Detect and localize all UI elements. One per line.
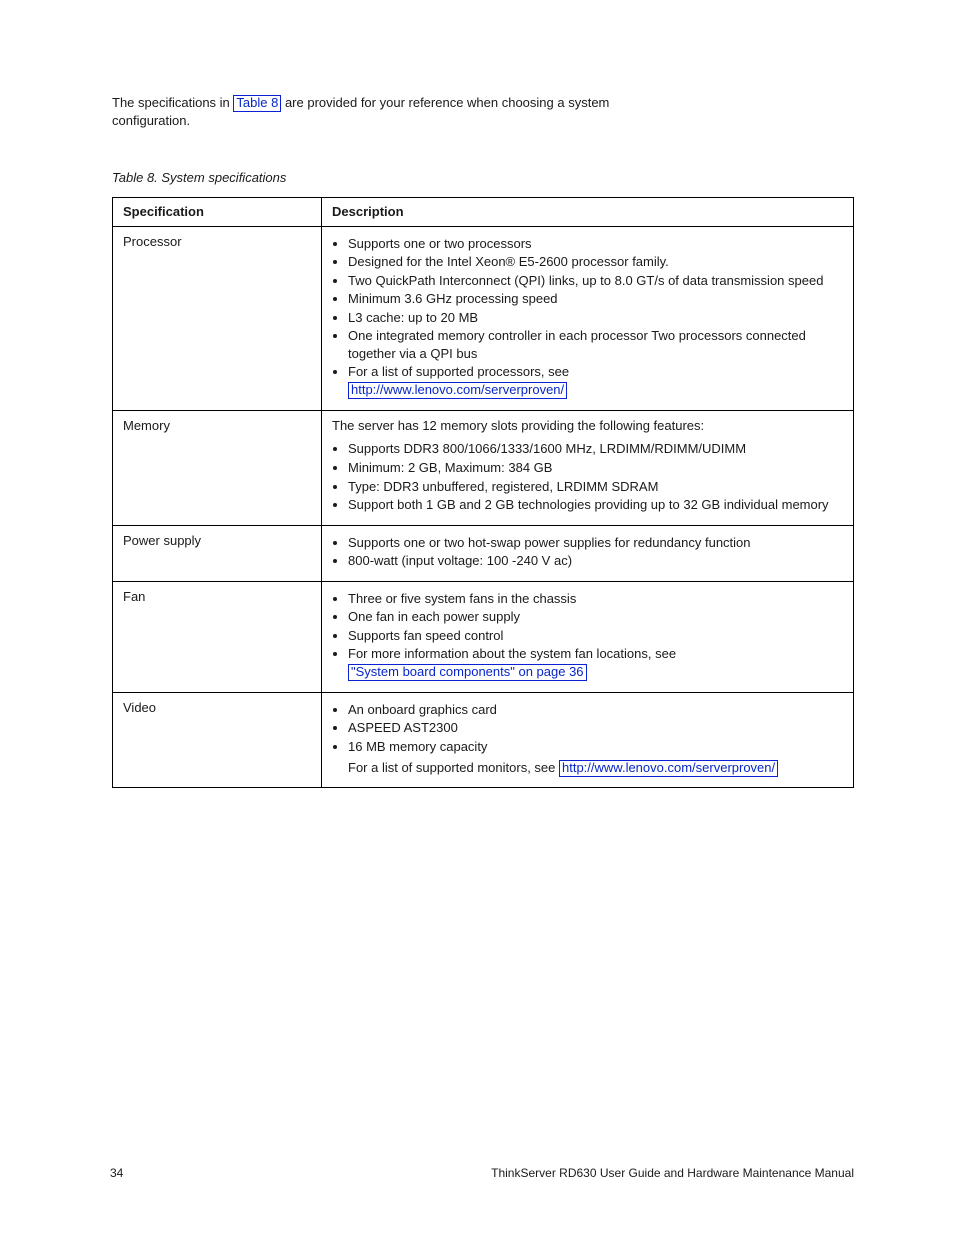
row-memory: Memory The server has 12 memory slots pr… <box>113 410 854 525</box>
list-item: Type: DDR3 unbuffered, registered, LRDIM… <box>348 478 843 496</box>
list-item: Support both 1 GB and 2 GB technologies … <box>348 496 843 514</box>
list-item-text: For a list of supported processors, see <box>348 364 569 379</box>
row-power-supply: Power supply Supports one or two hot-swa… <box>113 525 854 581</box>
desc-fan: Three or five system fans in the chassis… <box>322 581 854 692</box>
list-item: Supports one or two hot-swap power suppl… <box>348 534 843 552</box>
intro-line1-pre: The specifications in <box>112 95 233 110</box>
list-item: 800-watt (input voltage: 100 -240 V ac) <box>348 552 843 570</box>
specifications-table: Specification Description Processor Supp… <box>112 197 854 788</box>
intro-line1-post: are provided for your reference when cho… <box>281 95 609 110</box>
list-item: One integrated memory controller in each… <box>348 327 843 362</box>
table-caption: Table 8. System specifications <box>112 169 854 187</box>
list-item: Minimum 3.6 GHz processing speed <box>348 290 843 308</box>
cat-video: Video <box>113 692 322 788</box>
list-item: Three or five system fans in the chassis <box>348 590 843 608</box>
memory-intro: The server has 12 memory slots providing… <box>332 417 843 435</box>
video-note-text: For a list of supported monitors, see <box>348 760 559 775</box>
cat-fan: Fan <box>113 581 322 692</box>
list-item: An onboard graphics card <box>348 701 843 719</box>
row-processor: Processor Supports one or two processors… <box>113 226 854 410</box>
list-item: Supports one or two processors <box>348 235 843 253</box>
list-item: One fan in each power supply <box>348 608 843 626</box>
cat-processor: Processor <box>113 226 322 410</box>
row-fan: Fan Three or five system fans in the cha… <box>113 581 854 692</box>
list-item: Two QuickPath Interconnect (QPI) links, … <box>348 272 843 290</box>
desc-memory: The server has 12 memory slots providing… <box>322 410 854 525</box>
page-number: 34 <box>110 1165 123 1181</box>
intro-table-link[interactable]: Table 8 <box>233 95 281 112</box>
video-note: For a list of supported monitors, see ht… <box>348 759 843 777</box>
col-specification: Specification <box>113 198 322 227</box>
table-header-row: Specification Description <box>113 198 854 227</box>
list-item: ASPEED AST2300 <box>348 719 843 737</box>
list-item: Designed for the Intel Xeon® E5-2600 pro… <box>348 253 843 271</box>
list-item: L3 cache: up to 20 MB <box>348 309 843 327</box>
row-video: Video An onboard graphics card ASPEED AS… <box>113 692 854 788</box>
list-item: 16 MB memory capacity <box>348 738 843 756</box>
list-item: Minimum: 2 GB, Maximum: 384 GB <box>348 459 843 477</box>
desc-power: Supports one or two hot-swap power suppl… <box>322 525 854 581</box>
desc-processor: Supports one or two processors Designed … <box>322 226 854 410</box>
processor-support-link[interactable]: http://www.lenovo.com/serverproven/ <box>348 382 567 399</box>
list-item: For more information about the system fa… <box>348 645 843 680</box>
video-support-link[interactable]: http://www.lenovo.com/serverproven/ <box>559 760 778 777</box>
fan-xref-link[interactable]: "System board components" on page 36 <box>348 664 587 681</box>
list-item-text: For more information about the system fa… <box>348 646 676 661</box>
list-item: Supports DDR3 800/1066/1333/1600 MHz, LR… <box>348 440 843 458</box>
footer-title: ThinkServer RD630 User Guide and Hardwar… <box>491 1165 854 1181</box>
page-footer: 34 ThinkServer RD630 User Guide and Hard… <box>110 1165 854 1181</box>
cat-memory: Memory <box>113 410 322 525</box>
col-description: Description <box>322 198 854 227</box>
desc-video: An onboard graphics card ASPEED AST2300 … <box>322 692 854 788</box>
list-item: For a list of supported processors, see … <box>348 363 843 398</box>
cat-power: Power supply <box>113 525 322 581</box>
intro-paragraph: The specifications in Table 8 are provid… <box>112 94 854 129</box>
intro-line2: configuration. <box>112 113 190 128</box>
list-item: Supports fan speed control <box>348 627 843 645</box>
